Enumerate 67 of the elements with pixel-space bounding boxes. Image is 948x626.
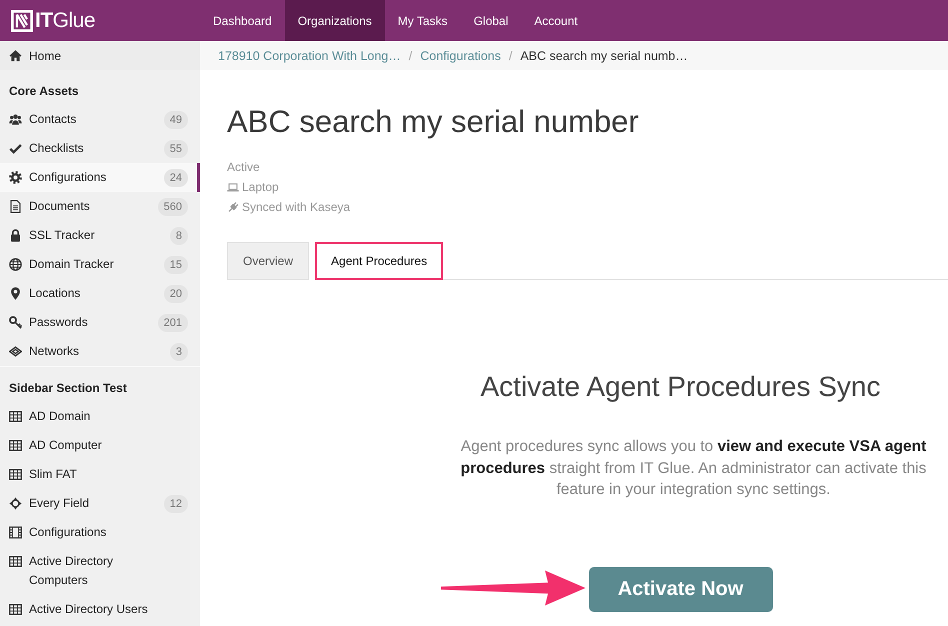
count-badge: 8	[170, 226, 188, 244]
sidebar-item[interactable]: Every Field 12	[0, 489, 200, 518]
nav-link[interactable]: My Tasks	[384, 0, 461, 41]
grid-icon	[9, 603, 22, 616]
nav-link[interactable]: Organizations	[284, 0, 385, 41]
count-badge: 560	[158, 198, 188, 216]
grid-icon	[9, 468, 22, 481]
count-badge: 20	[164, 284, 188, 302]
section-heading: Sidebar Section Test	[8, 380, 128, 397]
lock-icon	[9, 229, 22, 242]
grid-icon	[9, 439, 22, 452]
sidebar-item[interactable]: Contacts 49	[0, 105, 200, 134]
sidebar-item[interactable]: AD Computer	[0, 431, 200, 460]
sidebar-item[interactable]: Slim FAT	[0, 460, 200, 489]
page-title: ABC search my serial number	[227, 103, 640, 141]
sidebar-item[interactable]: Configurations	[0, 518, 200, 547]
film-icon	[9, 526, 22, 539]
nav-link[interactable]: Account	[521, 0, 591, 41]
sidebar-item[interactable]: Configurations 24	[0, 163, 200, 192]
laptop-icon	[227, 182, 239, 192]
count-badge: 3	[170, 342, 188, 360]
grid-icon	[9, 410, 22, 423]
plug-icon	[227, 202, 239, 212]
count-badge: 49	[164, 110, 188, 128]
key-icon	[9, 316, 22, 329]
home-link[interactable]: Home	[0, 41, 200, 70]
meta-text: Synced with Kaseya	[242, 200, 350, 214]
document-icon	[9, 200, 22, 213]
section-heading: Core Assets	[8, 83, 80, 100]
sidebar-item[interactable]: Passwords 201	[0, 308, 200, 337]
meta-text: Laptop	[242, 180, 279, 194]
sidebar-item[interactable]: AD Domain	[0, 402, 200, 431]
checkmark-icon	[9, 142, 22, 155]
panel-heading: Activate Agent Procedures Sync	[480, 370, 880, 404]
gear-icon	[9, 171, 22, 184]
description-text: Agent procedures sync allows you to view and execute VSA agent procedures straight from IT Glue. An administrator can activate this feature in your integration sync settings.	[460, 437, 928, 500]
home-icon	[9, 49, 22, 62]
nav-link[interactable]: Global	[460, 0, 522, 41]
tab[interactable]: Agent Procedures	[315, 242, 444, 280]
globe-icon	[9, 258, 22, 271]
count-badge: 201	[158, 314, 188, 332]
map-pin-icon	[9, 287, 22, 300]
sidebar-item[interactable]: Locations 20	[0, 279, 200, 308]
grid-icon	[9, 555, 22, 568]
count-badge: 12	[164, 494, 188, 512]
count-badge: 15	[164, 256, 188, 274]
crosshair-icon	[9, 497, 22, 510]
count-badge: 55	[164, 140, 188, 158]
sidebar-item[interactable]: Checklists 55	[0, 134, 200, 163]
sidebar-item[interactable]: Networks 3	[0, 337, 200, 366]
tab[interactable]: Overview	[227, 242, 310, 280]
logo-text: ITGlue	[35, 8, 96, 32]
sidebar-item[interactable]: Active Directory Computers	[0, 547, 200, 595]
logo-icon	[11, 10, 33, 32]
sidebar-item[interactable]: Domain Tracker 15	[0, 250, 200, 279]
nav-link[interactable]: Dashboard	[200, 0, 285, 41]
meta-text: Active	[227, 160, 260, 174]
count-badge: 24	[164, 168, 188, 186]
breadcrumb-separator: /	[508, 48, 512, 62]
breadcrumb-current: ABC search my serial numb…	[520, 48, 688, 62]
breadcrumb-separator: /	[408, 48, 412, 62]
diamond-icon	[9, 345, 22, 358]
users-icon	[9, 113, 22, 126]
sidebar-item[interactable]: Documents 560	[0, 192, 200, 221]
sidebar-item[interactable]: Active Directory Users	[0, 595, 200, 624]
activate-button[interactable]: Activate Now	[588, 566, 772, 612]
sidebar-item[interactable]: SSL Tracker 8	[0, 221, 200, 250]
